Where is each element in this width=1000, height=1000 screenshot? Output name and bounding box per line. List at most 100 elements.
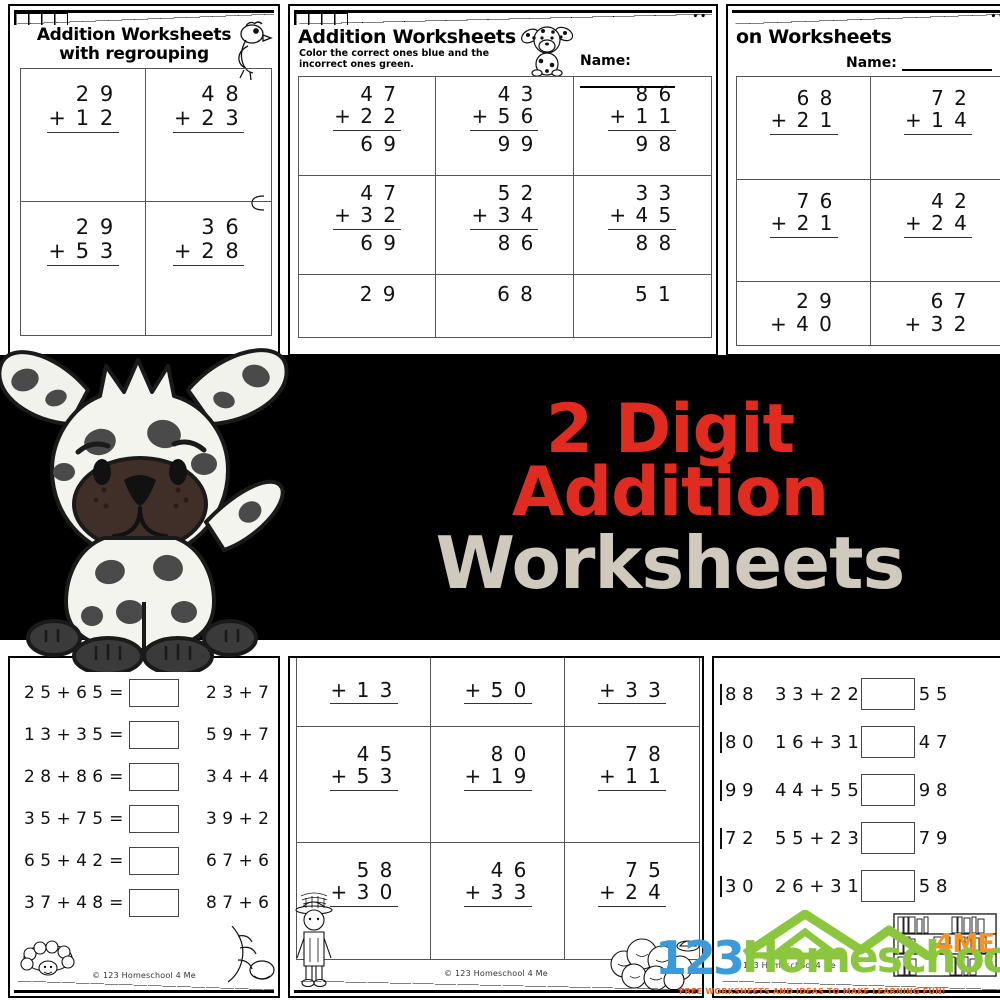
problem-cell[interactable]: +5 0 <box>431 658 565 727</box>
worksheet-bottom-middle: +1 3 +5 0 +3 3 45 +5 3 80 +1 9 7 8 + 1 1… <box>288 656 704 998</box>
dalmatian-puppy-illustration <box>0 348 289 672</box>
problem-cell[interactable]: 47 +3 2 69 <box>299 175 437 275</box>
equation-row[interactable]: 8 7 + 6 <box>206 882 269 924</box>
answer-box[interactable] <box>860 774 915 806</box>
worksheet-title-line2: with regrouping <box>59 44 209 64</box>
answer-box[interactable] <box>129 805 180 833</box>
answer-rule <box>463 905 532 907</box>
answer-rule <box>608 129 677 131</box>
equation-row[interactable]: 3 5 + 7 5 = <box>24 798 180 840</box>
problems-grid: +1 3 +5 0 +3 3 45 +5 3 80 +1 9 7 8 + 1 1… <box>296 658 700 960</box>
equation-row[interactable]: 2 5 + 6 5 = <box>24 672 180 714</box>
answer-rule <box>904 236 972 238</box>
instructions-line1: Color the correct ones blue and the <box>299 48 490 59</box>
equation-row[interactable]: 9 9 4 4 + 5 5 9 8 <box>720 766 947 814</box>
problem-cell[interactable]: 51 <box>574 275 711 337</box>
equation-expression: 3 5 + 7 5 <box>24 809 104 829</box>
equation-row[interactable]: 2 3 + 7 <box>206 672 269 714</box>
equation-expression: 3 4 + 4 <box>206 767 269 787</box>
problem-cell[interactable]: 52 +3 4 86 <box>436 175 574 275</box>
banner-title-line1: 2 Digit <box>545 390 795 470</box>
answer-rule <box>769 133 838 135</box>
problem-cell[interactable]: 72 +1 4 <box>871 77 1000 180</box>
problem-cell[interactable]: 29 +1 2 <box>21 69 146 202</box>
plus-sign: + <box>464 880 482 905</box>
plus-sign: + <box>609 203 627 228</box>
answer-rule <box>470 228 539 230</box>
answer-box[interactable] <box>129 847 180 875</box>
given-answer: 4 7 <box>918 731 948 753</box>
equation-row[interactable]: 1 3 + 3 5 = <box>24 714 180 756</box>
answer-box[interactable] <box>129 721 180 749</box>
problem-cell[interactable]: +1 3 <box>297 658 431 727</box>
equation-row[interactable]: 6 5 + 4 2 = <box>24 840 180 882</box>
equation-row[interactable]: 3 9 + 2 <box>206 798 269 840</box>
name-label: Name: <box>580 53 631 69</box>
copyright-text: © 123 Homeschool 4 Me <box>92 971 196 980</box>
equation-row[interactable]: 2 8 + 8 6 = <box>24 756 180 798</box>
problem-cell[interactable]: 43 +5 6 99 <box>436 77 574 176</box>
problem-cell[interactable]: 76 +2 1 <box>737 179 871 283</box>
equation-expression: 6 5 + 4 2 <box>24 851 104 871</box>
cut-off-answer: 3 0 <box>720 875 759 897</box>
plus-sign: + <box>770 108 788 133</box>
plus-sign: + <box>599 764 616 789</box>
plus-sign: + <box>334 104 351 129</box>
answer-box[interactable] <box>860 678 915 710</box>
plus-sign: + <box>173 105 192 130</box>
problem-cell[interactable]: 68 <box>436 274 574 337</box>
problem-cell[interactable]: 80 +1 9 <box>431 727 565 843</box>
addend-top-ones: 9 <box>99 82 114 106</box>
equation-expression: 5 9 + 7 <box>206 725 269 745</box>
logo-text-123: 123 <box>655 931 745 985</box>
problem-cell[interactable]: 47 +2 2 69 <box>299 77 437 176</box>
problem-cell[interactable]: 46 +3 3 <box>431 843 565 959</box>
answer-rule <box>329 789 398 791</box>
equals-sign: = <box>109 725 124 745</box>
problem-cell[interactable]: 67 +3 2 <box>871 282 1000 345</box>
cut-off-answer: 9 9 <box>720 779 759 801</box>
equation-expression: 2 6 + 3 1 <box>775 875 859 897</box>
answer-box[interactable] <box>129 679 180 707</box>
banner-title-line2: Addition <box>511 453 829 533</box>
answer-rule <box>608 228 677 230</box>
equation-row[interactable]: 8 8 3 3 + 2 2 5 5 <box>720 670 947 718</box>
problem-cell[interactable]: 68 +2 1 <box>737 77 871 180</box>
corner-dots-icon: •• <box>990 12 1000 22</box>
equation-expression: 5 5 + 2 3 <box>775 827 859 849</box>
equation-row[interactable]: 3 4 + 4 <box>206 756 269 798</box>
answer-box[interactable] <box>860 870 915 902</box>
answer-rule <box>333 129 402 131</box>
answer-box[interactable] <box>129 763 180 791</box>
page-border-decoration-bottom <box>14 981 274 993</box>
problem-cell[interactable]: 33 +4 5 88 <box>573 176 711 275</box>
answer-box[interactable] <box>129 889 180 917</box>
problem-cell[interactable]: 78 +1 1 <box>565 727 699 843</box>
name-field[interactable]: Name: <box>846 52 992 71</box>
answer-box[interactable] <box>860 726 915 758</box>
problem-cell[interactable]: 86 +1 1 98 <box>573 77 711 176</box>
problem-cell[interactable]: 42 +2 4 <box>871 180 1000 283</box>
plus-sign: + <box>905 211 922 236</box>
plus-sign: + <box>464 764 482 789</box>
page-border-decoration-bottom <box>294 981 698 993</box>
equation-expression: 3 7 + 4 8 <box>24 893 104 913</box>
equation-expression: 4 4 + 5 5 <box>775 779 859 801</box>
equation-row[interactable]: 8 0 1 6 + 3 1 4 7 <box>720 718 947 766</box>
equation-row[interactable]: 3 0 2 6 + 3 1 5 8 <box>720 862 947 910</box>
problem-cell[interactable]: 29 <box>299 274 437 337</box>
equation-row[interactable]: 7 2 5 5 + 2 3 7 9 <box>720 814 947 862</box>
problem-cell[interactable]: 29 +4 0 <box>737 282 871 345</box>
equation-row[interactable]: 6 7 + 6 <box>206 840 269 882</box>
problem-cell[interactable]: +3 3 <box>565 658 699 727</box>
brand-logo[interactable]: 123 Homeschool 4ME FREE WORKSHEETS AND I… <box>655 906 1000 998</box>
equation-row[interactable]: 3 7 + 4 8 = <box>24 882 180 924</box>
plus-sign: + <box>770 211 788 236</box>
equations-column-left: 2 5 + 6 5 = 1 3 + 3 5 = 2 8 + 8 6 = 3 5 … <box>24 672 180 924</box>
problem-cell[interactable]: 48 +2 3 <box>146 69 271 202</box>
equation-row[interactable]: 5 9 + 7 <box>206 714 269 756</box>
answer-box[interactable] <box>860 822 915 854</box>
answer-rule <box>598 703 666 704</box>
name-blank-line[interactable] <box>901 55 992 71</box>
problem-cell[interactable]: 45 +5 3 <box>297 727 431 843</box>
